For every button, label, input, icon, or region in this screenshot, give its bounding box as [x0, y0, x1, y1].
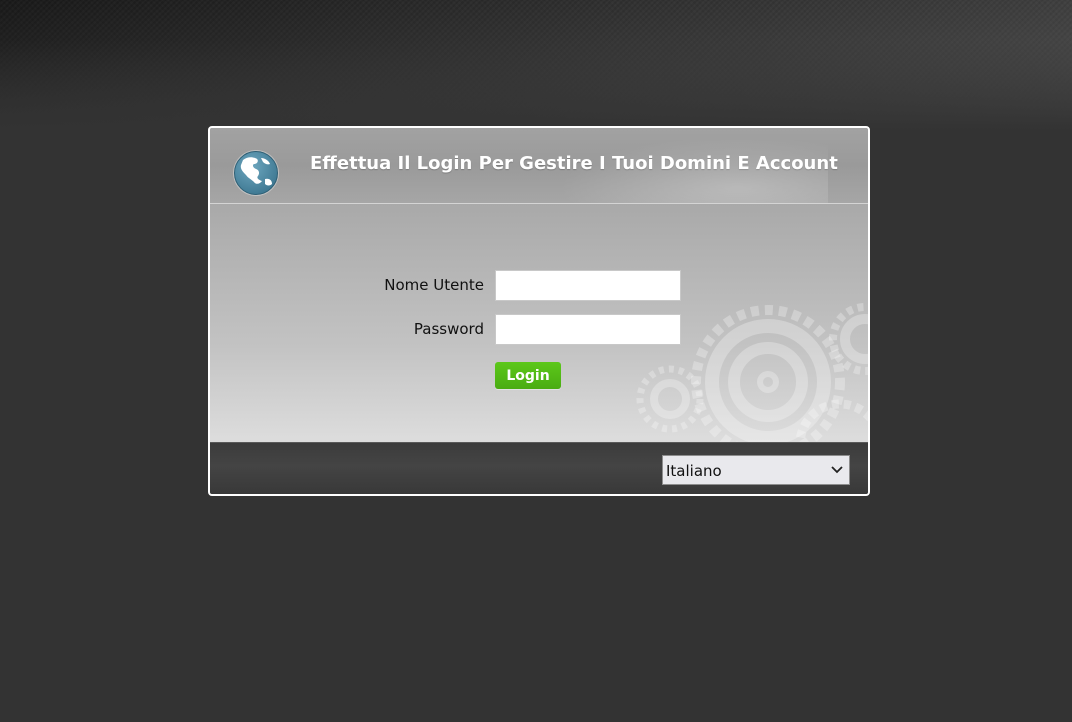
- login-footer: Italiano: [210, 442, 868, 494]
- username-input[interactable]: [495, 270, 681, 301]
- username-label: Nome Utente: [384, 276, 484, 294]
- login-button[interactable]: Login: [495, 362, 561, 389]
- login-form: Nome Utente Password Login: [210, 204, 868, 442]
- globe-icon: [233, 150, 279, 196]
- password-label: Password: [413, 320, 484, 338]
- background-texture: [0, 0, 1072, 130]
- login-panel: Effettua Il Login Per Gestire I Tuoi Dom…: [208, 126, 870, 496]
- password-row: Password: [210, 314, 868, 346]
- language-select-value: Italiano: [666, 462, 722, 480]
- username-row: Nome Utente: [210, 270, 868, 302]
- login-header: Effettua Il Login Per Gestire I Tuoi Dom…: [210, 128, 868, 204]
- login-title: Effettua Il Login Per Gestire I Tuoi Dom…: [310, 153, 838, 174]
- language-select[interactable]: Italiano: [662, 455, 850, 485]
- password-input[interactable]: [495, 314, 681, 345]
- chevron-down-icon: [831, 466, 843, 474]
